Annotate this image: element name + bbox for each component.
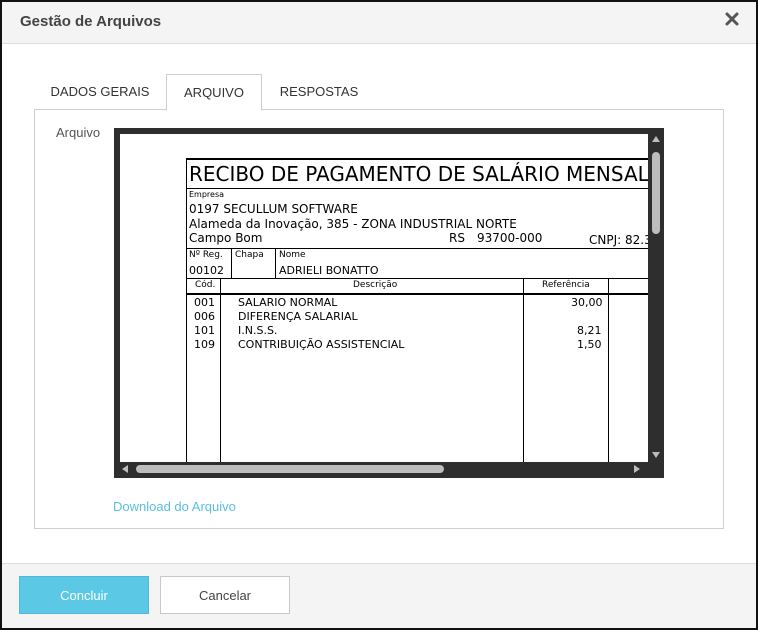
conclude-button[interactable]: Concluir [19, 576, 149, 614]
vertical-scrollbar[interactable] [650, 134, 662, 462]
row-cod: 006 [194, 310, 215, 323]
tab-arquivo[interactable]: ARQUIVO [166, 74, 262, 111]
dialog-title: Gestão de Arquivos [20, 13, 162, 30]
row-desc: I.N.S.S. [238, 324, 278, 337]
tab-label: DADOS GERAIS [50, 84, 150, 99]
reg-value: 00102 [189, 264, 224, 277]
row-ref: 8,21 [577, 324, 602, 337]
payslip-title: RECIBO DE PAGAMENTO DE SALÁRIO MENSAL [189, 162, 648, 186]
row-cod: 001 [194, 296, 215, 309]
tab-label: RESPOSTAS [279, 84, 359, 99]
col-ref-header: Referência [542, 280, 590, 290]
document-viewer[interactable]: RECIBO DE PAGAMENTO DE SALÁRIO MENSAL Em… [114, 128, 664, 478]
close-icon[interactable] [724, 11, 740, 27]
dialog-header: Gestão de Arquivos [2, 2, 756, 44]
nome-label: Nome [279, 250, 306, 260]
col-cod-header: Cód. [195, 280, 216, 290]
row-cod: 109 [194, 338, 215, 351]
company-address: Alameda da Inovação, 385 - ZONA INDUSTRI… [189, 217, 517, 231]
row-desc: CONTRIBUIÇÃO ASSISTENCIAL [238, 338, 405, 351]
cancel-button[interactable]: Cancelar [160, 576, 290, 614]
row-ref: 30,00 [571, 296, 603, 309]
company-name: 0197 SECULLUM SOFTWARE [189, 202, 358, 216]
tab-label: ARQUIVO [184, 85, 244, 100]
reg-label: Nº Reg. [189, 250, 223, 260]
company-cnpj: CNPJ: 82.34 [589, 233, 648, 247]
company-city: Campo Bom [189, 231, 263, 245]
scroll-up-icon[interactable] [652, 136, 660, 142]
vertical-scroll-thumb[interactable] [652, 152, 660, 234]
row-ref: 1,50 [577, 338, 602, 351]
empresa-label: Empresa [189, 190, 225, 199]
dialog-footer: Concluir Cancelar [2, 563, 756, 628]
horizontal-scrollbar[interactable] [120, 463, 650, 475]
file-management-dialog: Gestão de Arquivos DADOS GERAIS ARQUIVO … [0, 0, 758, 630]
scroll-down-icon[interactable] [652, 452, 660, 458]
chapa-label: Chapa [235, 250, 264, 260]
row-desc: SALARIO NORMAL [238, 296, 338, 309]
company-zip: 93700-000 [477, 231, 543, 245]
file-field-label: Arquivo [56, 125, 101, 140]
tab-respostas[interactable]: RESPOSTAS [266, 74, 372, 109]
horizontal-scroll-thumb[interactable] [136, 465, 444, 473]
scroll-right-icon[interactable] [634, 465, 640, 473]
nome-value: ADRIELI BONATTO [279, 264, 379, 277]
company-state: RS [449, 231, 465, 245]
document-page: RECIBO DE PAGAMENTO DE SALÁRIO MENSAL Em… [120, 134, 648, 462]
payslip-document: RECIBO DE PAGAMENTO DE SALÁRIO MENSAL Em… [186, 158, 648, 462]
row-cod: 101 [194, 324, 215, 337]
col-desc-header: Descrição [353, 280, 398, 290]
download-file-link[interactable]: Download do Arquivo [113, 499, 236, 514]
row-desc: DIFERENÇA SALARIAL [238, 310, 358, 323]
scroll-left-icon[interactable] [122, 465, 128, 473]
tab-dados-gerais[interactable]: DADOS GERAIS [34, 74, 166, 109]
